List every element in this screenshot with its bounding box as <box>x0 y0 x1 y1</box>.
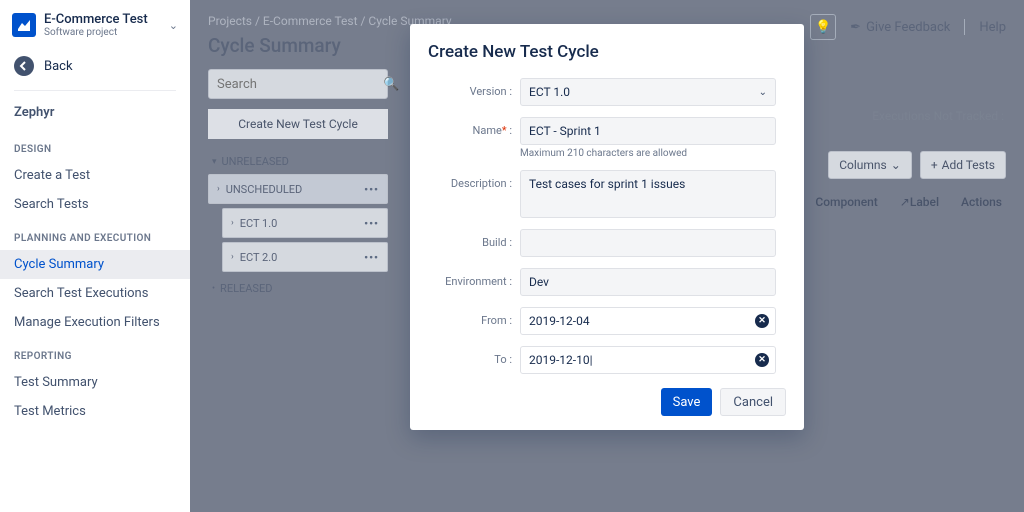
description-textarea[interactable]: Test cases for sprint 1 issues <box>520 170 776 218</box>
chevron-down-icon: ⌄ <box>759 87 767 98</box>
label-environment: Environment : <box>438 268 520 288</box>
clear-icon[interactable]: ✕ <box>755 314 769 328</box>
nav-manage-filters[interactable]: Manage Execution Filters <box>0 308 190 337</box>
divider <box>14 90 176 91</box>
label-version: Version : <box>438 78 520 98</box>
from-date-input[interactable]: 2019-12-04✕ <box>520 307 776 335</box>
clear-icon[interactable]: ✕ <box>755 353 769 367</box>
name-hint: Maximum 210 characters are allowed <box>520 148 776 159</box>
to-date-input[interactable]: 2019-12-10|✕ <box>520 346 776 374</box>
build-input[interactable] <box>520 229 776 257</box>
label-description: Description : <box>438 170 520 190</box>
nav-test-summary[interactable]: Test Summary <box>0 368 190 397</box>
label-build: Build : <box>438 229 520 249</box>
project-icon <box>12 13 36 37</box>
modal-overlay: Create New Test Cycle Version : ECT 1.0⌄… <box>190 0 1024 512</box>
label-name: Name* : <box>438 117 520 137</box>
label-to: To : <box>438 346 520 366</box>
environment-input[interactable]: Dev <box>520 268 776 296</box>
project-name: E-Commerce Test <box>44 12 169 27</box>
nav-search-tests[interactable]: Search Tests <box>0 190 190 219</box>
nav-test-metrics[interactable]: Test Metrics <box>0 397 190 426</box>
app-name: Zephyr <box>0 95 190 130</box>
project-subtitle: Software project <box>44 27 169 38</box>
label-from: From : <box>438 307 520 327</box>
modal-title: Create New Test Cycle <box>428 42 786 62</box>
cancel-button[interactable]: Cancel <box>720 388 786 416</box>
project-switcher[interactable]: E-Commerce Test Software project ⌄ <box>0 12 190 48</box>
chevron-down-icon: ⌄ <box>169 19 178 32</box>
nav-search-executions[interactable]: Search Test Executions <box>0 279 190 308</box>
back-button[interactable]: Back <box>0 48 190 86</box>
section-design: DESIGN <box>0 130 190 161</box>
save-button[interactable]: Save <box>661 388 713 416</box>
create-cycle-modal: Create New Test Cycle Version : ECT 1.0⌄… <box>410 24 804 430</box>
back-label: Back <box>44 59 73 74</box>
name-input[interactable]: ECT - Sprint 1 <box>520 117 776 145</box>
section-reporting: REPORTING <box>0 337 190 368</box>
nav-create-test[interactable]: Create a Test <box>0 161 190 190</box>
version-select[interactable]: ECT 1.0⌄ <box>520 78 776 106</box>
section-planning: PLANNING AND EXECUTION <box>0 219 190 250</box>
back-arrow-icon <box>14 56 34 76</box>
nav-cycle-summary[interactable]: Cycle Summary <box>0 250 190 279</box>
